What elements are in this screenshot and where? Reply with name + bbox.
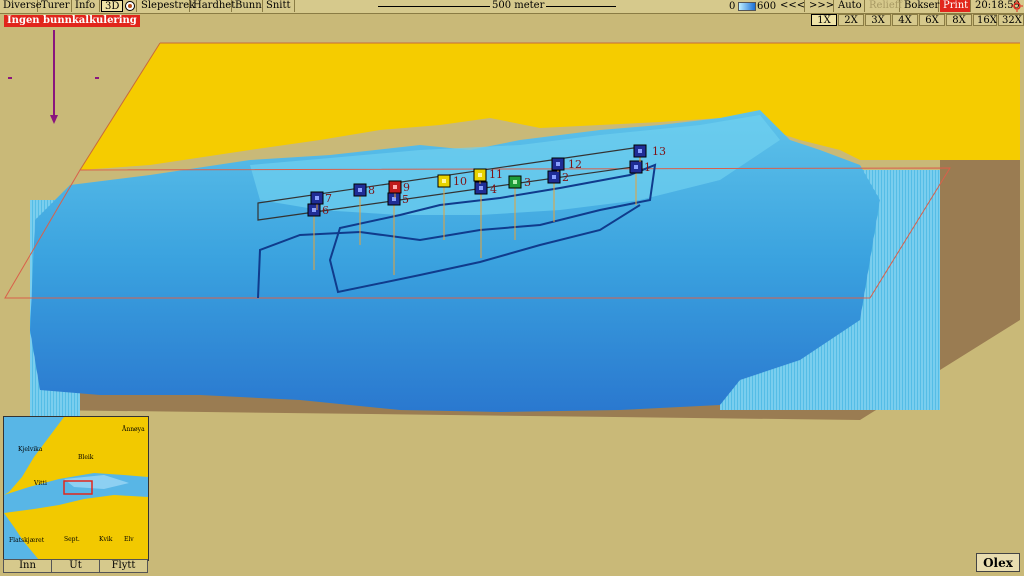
svg-text:2: 2 [562, 171, 569, 184]
svg-text:3: 3 [524, 176, 531, 189]
svg-text:5: 5 [402, 193, 409, 206]
minimap-move-button[interactable]: Flytt [100, 560, 147, 572]
minimap-controls: Inn Ut Flytt [3, 559, 148, 573]
olex-logo: Olex [976, 553, 1020, 572]
svg-text:Vitti: Vitti [33, 480, 47, 487]
minimap-chart: Ånnøya Kjelvika Bleik Vitti Flatskjæret … [4, 417, 148, 560]
svg-text:Bleik: Bleik [78, 454, 94, 461]
svg-text:Elv: Elv [124, 536, 134, 543]
seabed-3d-view[interactable]: 1 2 3 4 5 6 7 8 9 10 11 12 13 [0, 0, 1024, 576]
svg-text:7: 7 [325, 192, 332, 205]
minimap-zoom-out-button[interactable]: Ut [52, 560, 100, 572]
svg-text:11: 11 [489, 168, 503, 181]
svg-text:10: 10 [453, 175, 467, 188]
svg-text:12: 12 [568, 158, 582, 171]
svg-text:Ånnøya: Ånnøya [121, 425, 145, 433]
svg-text:13: 13 [652, 145, 666, 158]
svg-text:9: 9 [403, 181, 410, 194]
svg-text:6: 6 [322, 204, 329, 217]
minimap-zoom-in-button[interactable]: Inn [4, 560, 52, 572]
svg-text:4: 4 [490, 183, 497, 196]
svg-text:Sept.: Sept. [64, 536, 80, 543]
svg-text:1: 1 [644, 161, 651, 174]
svg-text:Flatskjæret: Flatskjæret [9, 537, 45, 544]
overview-minimap[interactable]: Ånnøya Kjelvika Bleik Vitti Flatskjæret … [3, 416, 149, 561]
svg-text:Kvik: Kvik [99, 536, 113, 543]
svg-text:8: 8 [368, 184, 375, 197]
svg-text:Kjelvika: Kjelvika [18, 446, 43, 453]
